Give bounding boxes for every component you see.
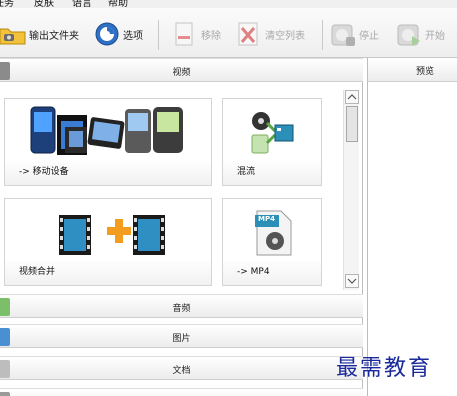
tile-video-join[interactable]: 视频合并: [4, 198, 212, 286]
watermark: 最需教育: [336, 356, 433, 381]
video-join-icon: [59, 215, 165, 255]
conversion-panel: 视频 -> 移动设备 混流 视频合并 MP4 -> MP4 音频 图片 文档: [0, 58, 363, 396]
tile-mp4-label: -> MP4: [237, 267, 270, 277]
more-category-icon: [0, 392, 10, 396]
scrollbar-thumb[interactable]: [346, 106, 358, 142]
clear-list-icon: [236, 21, 262, 47]
options-button[interactable]: 选项: [94, 18, 143, 50]
clear-list-button[interactable]: 清空列表: [236, 18, 305, 50]
tile-mobile-devices[interactable]: -> 移动设备: [4, 98, 212, 186]
toolbar-separator: [322, 20, 323, 50]
tile-mobile-devices-label: -> 移动设备: [19, 167, 69, 177]
category-audio[interactable]: 音频: [0, 294, 363, 318]
start-icon: [396, 21, 422, 47]
video-tiles-grid: -> 移动设备 混流 视频合并 MP4 -> MP4: [0, 82, 343, 288]
mp4-badge: MP4: [258, 215, 275, 223]
scroll-down-arrow-icon[interactable]: [345, 274, 359, 288]
start-button[interactable]: 开始: [396, 18, 445, 50]
scroll-up-arrow-icon[interactable]: [345, 90, 359, 104]
category-document[interactable]: 文档: [0, 356, 363, 380]
preview-title: 预览: [416, 67, 435, 77]
tile-mux-label: 混流: [237, 167, 256, 177]
remove-button[interactable]: 移除: [172, 18, 221, 50]
tile-video-join-label: 视频合并: [19, 267, 56, 277]
output-folder-button[interactable]: 输出文件夹: [0, 18, 79, 50]
category-video[interactable]: 视频: [0, 58, 363, 82]
stop-icon: [330, 21, 356, 47]
tile-mux[interactable]: 混流: [222, 98, 322, 186]
menu-bar: 任务 皮肤 语言 帮助: [0, 0, 457, 9]
mobile-devices-icon: [30, 106, 183, 155]
tile-mp4[interactable]: MP4 -> MP4: [222, 198, 322, 286]
preview-panel: 预览: [367, 58, 457, 396]
mux-icon: [251, 112, 294, 154]
options-gear-icon: [94, 21, 120, 47]
stop-button[interactable]: 停止: [330, 18, 379, 50]
category-more[interactable]: [0, 388, 363, 396]
category-image[interactable]: 图片: [0, 324, 363, 348]
toolbar: 输出文件夹 选项 移除 清空列表 停止 开始: [0, 8, 457, 58]
folder-icon: [0, 21, 26, 47]
toolbar-separator: [158, 20, 159, 50]
tiles-vertical-scrollbar[interactable]: [343, 90, 359, 290]
preview-header: 预览: [368, 58, 457, 82]
remove-icon: [172, 21, 198, 47]
